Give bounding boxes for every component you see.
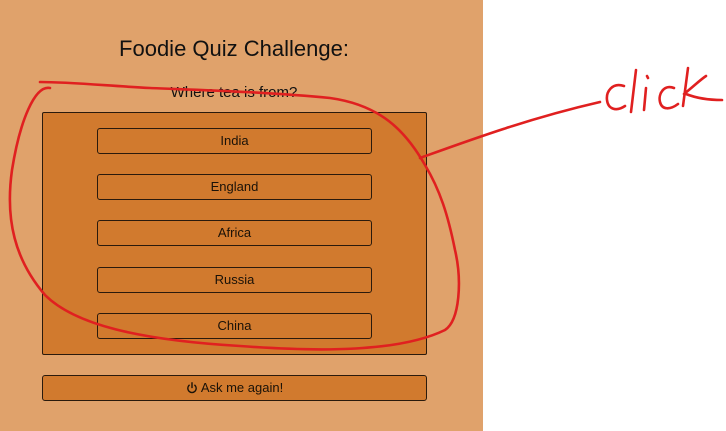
answer-button-africa[interactable]: Africa xyxy=(97,220,372,246)
quiz-title: Foodie Quiz Challenge: xyxy=(119,36,349,61)
answers-container: India England Africa Russia China xyxy=(42,112,427,355)
answer-button-india[interactable]: India xyxy=(97,128,372,154)
answer-button-russia[interactable]: Russia xyxy=(97,267,372,293)
quiz-question: Where tea is from? xyxy=(170,84,298,101)
annotation-handwritten-click xyxy=(605,66,724,114)
ask-again-label: Ask me again! xyxy=(200,380,284,395)
ask-again-button[interactable]: Ask me again! xyxy=(42,375,427,401)
quiz-panel: Foodie Quiz Challenge: Where tea is from… xyxy=(0,0,483,431)
answer-button-china[interactable]: China xyxy=(97,313,372,339)
answer-button-england[interactable]: England xyxy=(97,174,372,200)
power-icon xyxy=(186,378,198,402)
screenshot-stage: Foodie Quiz Challenge: Where tea is from… xyxy=(0,0,726,431)
